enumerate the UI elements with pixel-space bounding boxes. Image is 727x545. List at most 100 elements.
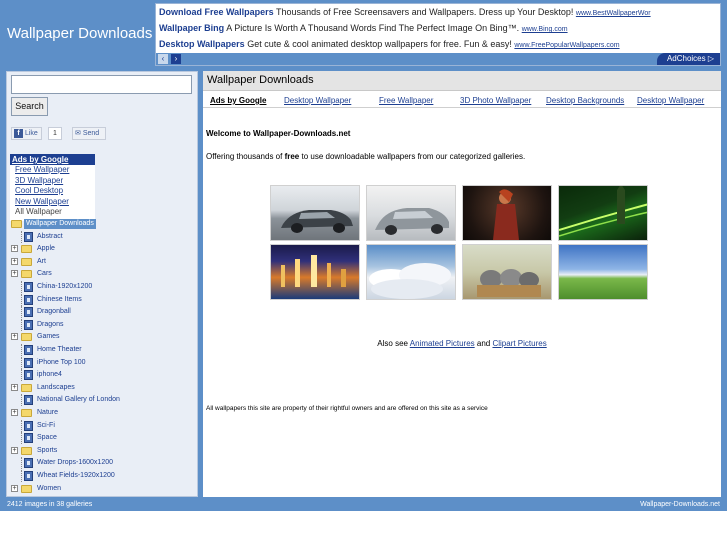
thumbnail-audi-car[interactable] xyxy=(270,185,360,241)
tree-item[interactable]: + Nature xyxy=(9,407,197,419)
tree-item-label[interactable]: Dragons xyxy=(37,320,63,330)
thumbnail-warrior-woman[interactable] xyxy=(462,185,552,241)
all-wallpaper-link[interactable]: All Wallpaper xyxy=(10,207,95,218)
expand-icon[interactable]: + xyxy=(11,383,18,391)
ad-url[interactable]: www.FreePopularWallpapers.com xyxy=(514,42,619,49)
thumbnail-clouds[interactable] xyxy=(366,244,456,300)
expand-icon[interactable]: + xyxy=(11,484,18,492)
tree-item[interactable]: Wheat Fields-1920x1200 xyxy=(9,470,197,482)
tree-item-label[interactable]: iPhone Top 100 xyxy=(37,358,86,368)
expand-icon[interactable]: + xyxy=(11,446,18,454)
adchoices-link[interactable]: AdChoices ▷ xyxy=(656,53,720,65)
tree-item-label[interactable]: Art xyxy=(37,257,46,267)
tree-item-label[interactable]: Cars xyxy=(37,269,52,279)
tree-item[interactable]: + Women xyxy=(9,483,197,495)
tree-item[interactable]: National Gallery of London xyxy=(9,394,197,407)
tree-item-label[interactable]: Home Theater xyxy=(37,345,82,355)
tree-item-label[interactable]: China-1920x1200 xyxy=(37,282,92,292)
search-input[interactable] xyxy=(11,75,192,94)
tree-item-label[interactable]: Landscapes xyxy=(37,383,75,393)
ad-line[interactable]: Wallpaper Bing A Picture Is Worth A Thou… xyxy=(159,23,714,33)
site-title[interactable]: Wallpaper Downloads xyxy=(7,25,152,42)
expand-icon[interactable]: + xyxy=(11,409,18,416)
facebook-send-button[interactable]: ✉ Send xyxy=(72,127,106,140)
tree-item[interactable]: Abstract xyxy=(9,230,197,243)
send-icon: ✉ xyxy=(75,130,81,137)
tree-item[interactable]: iphone4 xyxy=(9,369,197,382)
expand-icon[interactable]: + xyxy=(11,257,18,265)
tree-item[interactable]: + Art xyxy=(9,256,197,268)
tree-item[interactable]: Home Theater xyxy=(9,344,197,356)
ad-title[interactable]: Download Free Wallpapers xyxy=(159,7,274,17)
side-ad-link[interactable]: 3D Wallpaper xyxy=(10,176,95,187)
tree-item-label[interactable]: Dragonball xyxy=(37,307,71,317)
tree-root-label[interactable]: Wallpaper Downloads xyxy=(24,219,96,229)
expand-icon[interactable]: + xyxy=(11,270,18,278)
ad-line[interactable]: Desktop Wallpapers Get cute & cool anima… xyxy=(159,39,714,49)
ad-url[interactable]: www.BestWallpaperWor xyxy=(576,10,651,17)
tree-item[interactable]: + Landscapes xyxy=(9,382,197,394)
thumbnail-big-ben-night[interactable] xyxy=(558,185,648,241)
tree-item[interactable]: + Games xyxy=(9,331,197,343)
ad-link[interactable]: 3D Photo Wallpaper xyxy=(460,96,531,105)
tree-connector xyxy=(21,432,22,445)
tree-item-label[interactable]: Wheat Fields-1920x1200 xyxy=(37,471,115,481)
side-ad-link[interactable]: Cool Desktop xyxy=(10,186,95,197)
tree-item[interactable]: + Cars xyxy=(9,268,197,280)
animated-pictures-link[interactable]: Animated Pictures xyxy=(410,339,475,348)
tree-item-label[interactable]: Women xyxy=(37,484,61,494)
tree-item[interactable]: + Sports xyxy=(9,445,197,457)
tree-item[interactable]: iPhone Top 100 xyxy=(9,356,197,369)
ad-url[interactable]: www.Bing.com xyxy=(522,26,568,33)
top-ad-banner[interactable]: Download Free Wallpapers Thousands of Fr… xyxy=(155,3,721,66)
thumbnail-green-field[interactable] xyxy=(558,244,648,300)
footer-site-name[interactable]: Wallpaper-Downloads.net xyxy=(640,501,720,508)
tree-item[interactable]: Sci-Fi xyxy=(9,419,197,432)
tree-item-label[interactable]: Abstract xyxy=(37,232,63,242)
side-ad-link[interactable]: Free Wallpaper xyxy=(10,165,95,176)
facebook-like-button[interactable]: f Like xyxy=(11,127,42,140)
tree-item-label[interactable]: Apple xyxy=(37,244,55,254)
ad-link[interactable]: Desktop Wallpaper xyxy=(637,96,704,105)
ads-by-google-label[interactable]: Ads by Google xyxy=(210,96,266,105)
ad-title[interactable]: Wallpaper Bing xyxy=(159,23,224,33)
ad-link[interactable]: Free Wallpaper xyxy=(379,96,433,105)
tree-item-label[interactable]: Sci-Fi xyxy=(37,421,55,431)
ad-link[interactable]: Desktop Wallpaper xyxy=(284,96,351,105)
side-ad-link[interactable]: New Wallpaper xyxy=(10,197,95,208)
ad-link[interactable]: Desktop Backgrounds xyxy=(546,96,624,105)
gallery-count: 2412 images in 38 galleries xyxy=(7,501,93,508)
expand-icon[interactable]: + xyxy=(11,333,18,341)
tree-item-label[interactable]: iphone4 xyxy=(37,370,62,380)
clipart-pictures-link[interactable]: Clipart Pictures xyxy=(492,339,546,348)
search-button[interactable]: Search xyxy=(11,97,48,116)
gallery-icon xyxy=(24,307,33,318)
tree-item[interactable]: China-1920x1200 xyxy=(9,281,197,293)
tree-item[interactable]: Water Drops-1600x1200 xyxy=(9,457,197,470)
tree-item-label[interactable]: Space xyxy=(37,433,57,443)
tree-item-label[interactable]: Nature xyxy=(37,408,58,418)
chevron-left-icon[interactable]: ‹ xyxy=(158,54,168,64)
gallery-icon xyxy=(24,370,33,381)
tree-item-label[interactable]: Chinese Items xyxy=(37,295,82,305)
tree-item-label[interactable]: Games xyxy=(37,332,60,342)
ad-title[interactable]: Desktop Wallpapers xyxy=(159,39,245,49)
tree-item[interactable]: Chinese Items xyxy=(9,293,197,306)
chevron-right-icon[interactable]: › xyxy=(171,54,181,64)
tree-item[interactable]: + Apple xyxy=(9,243,197,255)
tree-item[interactable]: Dragonball xyxy=(9,306,197,319)
thumbnail-city-lights[interactable] xyxy=(270,244,360,300)
ads-by-google-label[interactable]: Ads by Google xyxy=(10,154,95,165)
tree-item-label[interactable]: Water Drops-1600x1200 xyxy=(37,458,113,468)
tree-item[interactable]: Dragons xyxy=(9,318,197,331)
thumbnail-rabbits[interactable] xyxy=(462,244,552,300)
folder-icon xyxy=(21,333,32,342)
tree-item-label[interactable]: Sports xyxy=(37,446,57,456)
ad-line[interactable]: Download Free Wallpapers Thousands of Fr… xyxy=(159,7,714,17)
tree-root[interactable]: Wallpaper Downloads xyxy=(9,218,197,230)
expand-icon[interactable]: + xyxy=(11,245,18,253)
tree-item[interactable]: Space xyxy=(9,432,197,445)
thumbnail-silver-car[interactable] xyxy=(366,185,456,241)
tree-item-label[interactable]: National Gallery of London xyxy=(37,395,120,405)
tree-connector xyxy=(21,457,22,470)
